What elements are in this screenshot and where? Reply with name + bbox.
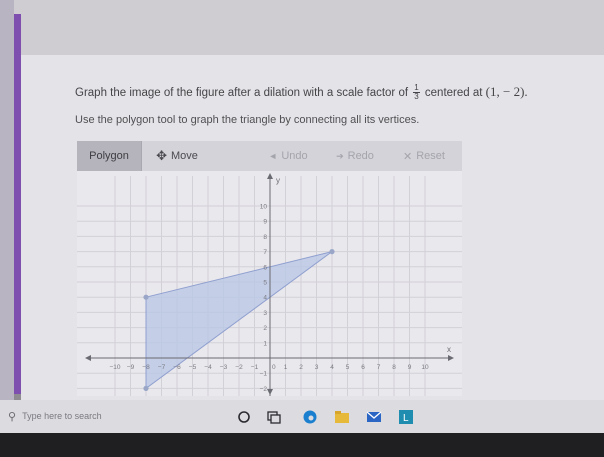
question-text-after: centered at <box>424 87 483 99</box>
polygon-tool-button[interactable]: Polygon <box>77 141 142 171</box>
origin-label: 0 <box>272 364 276 371</box>
x-axis-arrow-left <box>85 355 91 361</box>
y-tick-label: −1 <box>260 371 268 378</box>
reset-label: Reset <box>416 150 445 162</box>
y-tick-label: 3 <box>263 310 267 317</box>
undo-button[interactable]: ◄ Undo <box>252 141 324 171</box>
triangle-vertex-point <box>143 385 149 391</box>
edge-browser-icon[interactable] <box>302 409 318 425</box>
dilation-center: (1, − 2). <box>485 84 528 99</box>
y-tick-label: 9 <box>263 219 267 226</box>
x-tick-label: −9 <box>127 364 135 371</box>
y-tick-label: 6 <box>263 264 267 271</box>
x-tick-label: −2 <box>235 364 243 371</box>
x-axis-arrow-right <box>448 355 454 361</box>
x-tick-label: 5 <box>346 364 350 371</box>
x-tick-label: −1 <box>251 364 259 371</box>
undo-icon: ◄ <box>268 151 278 161</box>
monitor-bezel <box>0 433 604 457</box>
y-tick-label: 10 <box>260 204 268 211</box>
y-tick-label: 5 <box>263 280 267 287</box>
task-view-icon[interactable] <box>266 409 282 425</box>
instruction-text: Use the polygon tool to graph the triang… <box>75 114 420 126</box>
x-tick-label: 3 <box>315 364 319 371</box>
word-app-icon[interactable]: L <box>398 409 414 425</box>
graph-toolbar: Polygon ✥ Move ◄ Undo ➔ Redo ✕ Reset <box>77 141 462 171</box>
question-text: Graph the image of the figure after a di… <box>75 84 528 101</box>
accent-bar <box>14 14 21 394</box>
question-text-before: Graph the image of the figure after a di… <box>75 87 409 99</box>
move-tool-label: Move <box>171 150 198 162</box>
x-tick-label: −10 <box>109 364 120 371</box>
left-background <box>0 0 14 400</box>
y-tick-label: −2 <box>260 386 268 393</box>
x-tick-label: −7 <box>158 364 166 371</box>
x-tick-label: −3 <box>220 364 228 371</box>
x-tick-label: −6 <box>173 364 181 371</box>
reset-icon: ✕ <box>403 150 413 163</box>
reset-button[interactable]: ✕ Reset <box>392 141 456 171</box>
y-axis-label: y <box>276 176 280 185</box>
cortana-icon[interactable] <box>236 409 252 425</box>
scale-factor-fraction: 1 3 <box>413 83 420 102</box>
taskbar-search-box[interactable]: ⚲ Type here to search <box>8 404 223 428</box>
triangle-vertex-point <box>329 249 335 255</box>
x-axis-label: x <box>447 345 451 354</box>
y-axis-arrow-up <box>267 173 273 179</box>
x-tick-label: 2 <box>299 364 303 371</box>
mail-icon[interactable] <box>366 409 382 425</box>
svg-text:L: L <box>403 413 409 424</box>
x-tick-label: 1 <box>284 364 288 371</box>
file-explorer-icon[interactable] <box>334 409 350 425</box>
x-tick-label: 10 <box>421 364 429 371</box>
triangle-vertex-point <box>143 294 149 300</box>
redo-label: Redo <box>347 150 374 162</box>
x-tick-label: −8 <box>142 364 150 371</box>
x-tick-label: 7 <box>377 364 381 371</box>
x-tick-label: 4 <box>330 364 334 371</box>
redo-button[interactable]: ➔ Redo <box>324 141 386 171</box>
polygon-tool-label: Polygon <box>89 150 129 162</box>
x-tick-label: 6 <box>361 364 365 371</box>
top-background <box>0 0 604 55</box>
y-axis-arrow-down <box>267 389 273 395</box>
search-placeholder: Type here to search <box>22 411 102 421</box>
y-tick-label: 8 <box>263 234 267 241</box>
move-tool-button[interactable]: ✥ Move <box>142 141 212 171</box>
x-tick-label: −4 <box>204 364 212 371</box>
y-tick-label: 7 <box>263 249 267 256</box>
coordinate-grid[interactable]: x y −10 −9 −8 −7 −6 −5 −4 −3 −2 −1 1 2 3 4 5 6 7 8 9 101098… <box>77 171 462 396</box>
x-tick-label: 9 <box>408 364 412 371</box>
y-tick-label: 2 <box>263 325 267 332</box>
x-tick-label: 8 <box>392 364 396 371</box>
move-icon: ✥ <box>156 148 167 163</box>
x-tick-label: −5 <box>189 364 197 371</box>
undo-label: Undo <box>281 150 308 162</box>
y-tick-label: 4 <box>263 295 267 302</box>
redo-icon: ➔ <box>336 150 344 161</box>
y-tick-label: 1 <box>263 340 267 347</box>
search-icon: ⚲ <box>8 410 17 423</box>
